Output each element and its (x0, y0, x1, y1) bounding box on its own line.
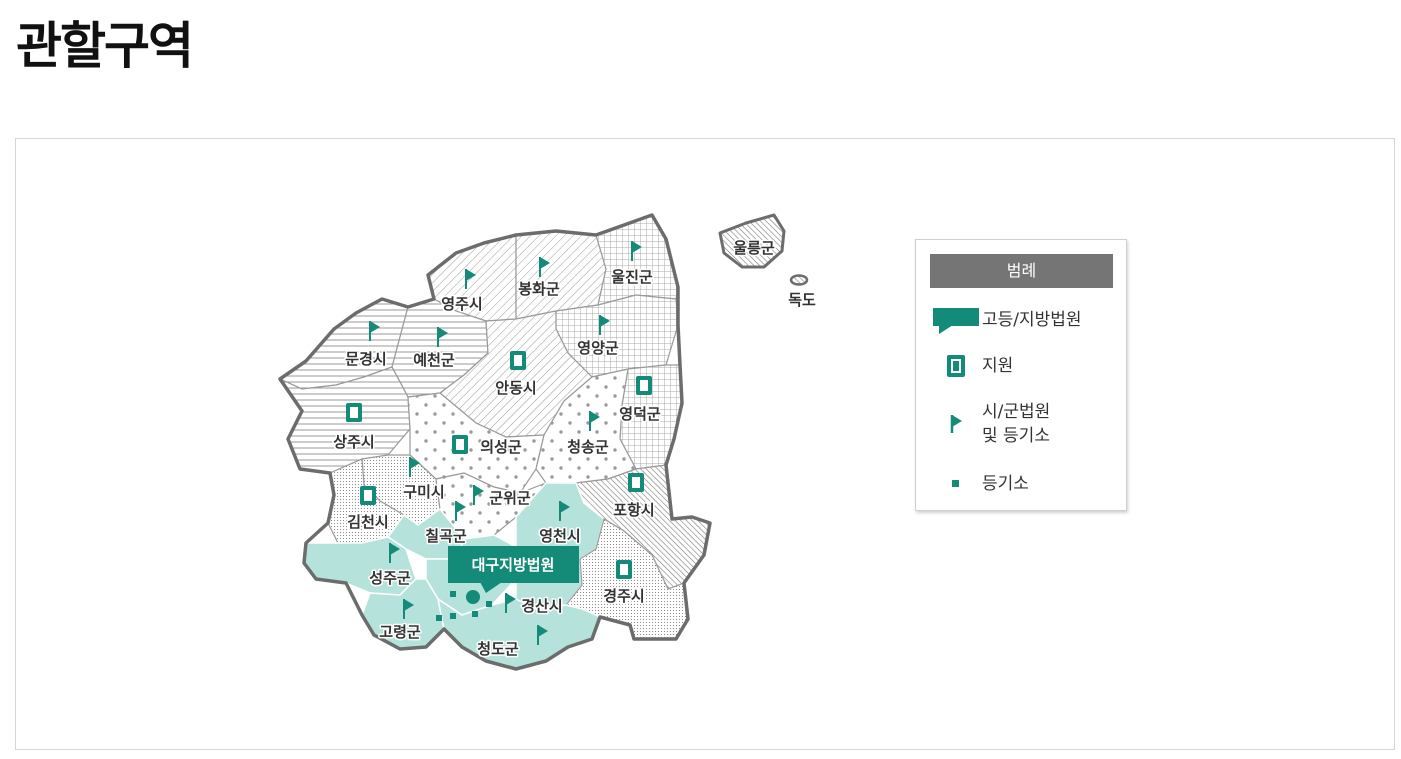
legend-item-municipal: 시/군법원 및 등기소 (930, 400, 1050, 448)
region-label: 봉화군 (518, 280, 560, 298)
legend: 범례 고등/지방법원 지원 시/군법원 및 등기소 등기소 (915, 239, 1127, 511)
flag-icon (930, 413, 982, 435)
legend-label: 등기소 (982, 474, 1029, 494)
square-icon (472, 611, 478, 617)
region-label: 고령군 (379, 623, 421, 641)
region-label: 경산시 (521, 597, 562, 615)
court-flag-icon (930, 306, 982, 334)
region-label: 울릉군 (733, 239, 775, 257)
legend-label: 지원 (982, 356, 1014, 376)
region-label: 경주시 (603, 587, 644, 605)
region-label: 김천시 (347, 513, 388, 531)
region-label: 예천군 (413, 351, 455, 369)
region-label: 성주군 (369, 569, 411, 587)
region-label: 칠곡군 (425, 527, 467, 545)
page-title: 관할구역 (16, 17, 194, 75)
square-icon (930, 480, 982, 488)
square-icon (486, 601, 492, 607)
region-label: 영주시 (441, 295, 482, 313)
square-icon (436, 615, 442, 621)
region-label: 울진군 (611, 268, 653, 286)
region-label: 구미시 (403, 483, 444, 501)
region-map: 대구지방법원 영주시 봉화군 울진군 문경시 예천군 영양군 안동시 영덕군 상… (278, 213, 817, 671)
square-icon (450, 591, 456, 597)
legend-title: 범례 (930, 254, 1113, 288)
square-icon (450, 613, 456, 619)
region-uljin (595, 214, 679, 306)
region-label: 독도 (788, 291, 816, 309)
region-label: 영양군 (577, 339, 619, 357)
region-dokdo (789, 274, 809, 286)
region-label: 안동시 (495, 379, 536, 397)
legend-item-high-court: 고등/지방법원 (930, 306, 1082, 334)
legend-label: 시/군법원 및 등기소 (982, 402, 1051, 446)
legend-label: 고등/지방법원 (982, 310, 1082, 330)
region-label: 의성군 (480, 438, 522, 456)
branch-building-icon (930, 355, 982, 377)
map-frame: 대구지방법원 영주시 봉화군 울진군 문경시 예천군 영양군 안동시 영덕군 상… (15, 138, 1395, 750)
legend-item-branch: 지원 (930, 354, 1013, 378)
region-label: 포항시 (613, 501, 654, 519)
region-label: 상주시 (333, 433, 374, 451)
legend-item-registry: 등기소 (930, 472, 1029, 496)
region-label: 군위군 (489, 489, 531, 507)
court-location-dot (466, 590, 480, 604)
court-label: 대구지방법원 (472, 556, 555, 574)
region-label: 영덕군 (619, 405, 661, 423)
region-label: 영천시 (539, 527, 580, 545)
region-label: 청송군 (567, 438, 609, 456)
region-label: 문경시 (345, 350, 386, 368)
region-label: 청도군 (477, 640, 519, 658)
